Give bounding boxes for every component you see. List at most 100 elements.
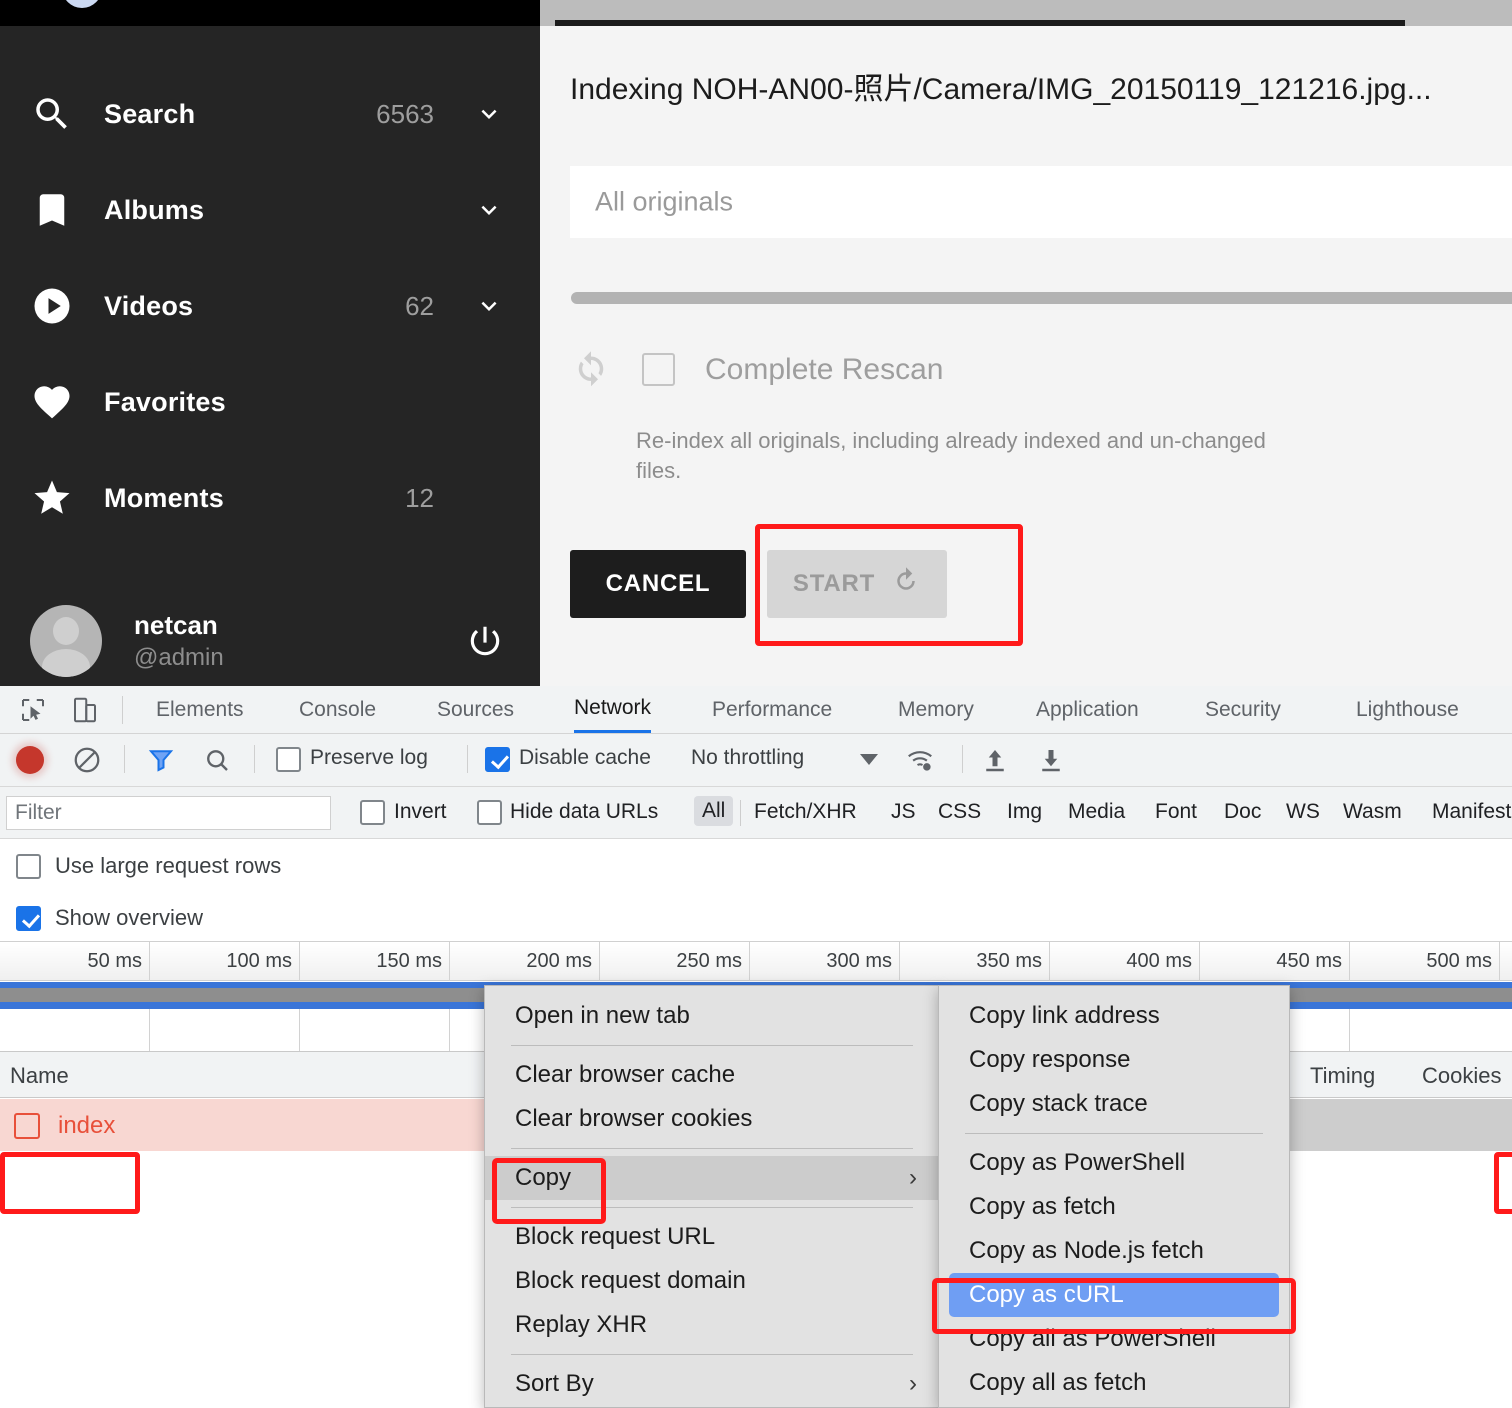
tab-elements[interactable]: Elements — [156, 686, 244, 733]
column-header-cookies[interactable]: Cookies — [1422, 1063, 1501, 1089]
disable-cache-checkbox[interactable] — [485, 747, 510, 772]
show-overview-checkbox[interactable] — [16, 905, 41, 931]
preserve-log-label: Preserve log — [310, 746, 428, 769]
user-name: netcan — [134, 610, 218, 641]
filter-type-manifest[interactable]: Manifest — [1432, 800, 1511, 824]
menu-item-copy-as-nodejs-fetch[interactable]: Copy as Node.js fetch — [939, 1229, 1289, 1273]
filter-type-all[interactable]: All — [694, 796, 734, 826]
tab-security[interactable]: Security — [1205, 686, 1281, 733]
filter-type-ws[interactable]: WS — [1286, 800, 1320, 824]
menu-item-replay-xhr[interactable]: Replay XHR — [485, 1303, 939, 1347]
preserve-log-checkbox[interactable] — [276, 747, 301, 772]
menu-item-sort-by-label: Sort By — [515, 1370, 594, 1397]
menu-item-sort-by[interactable]: Sort By › — [485, 1362, 939, 1406]
menu-item-copy-all-as-fetch[interactable]: Copy all as fetch — [939, 1361, 1289, 1405]
request-name-cell[interactable]: index — [14, 1112, 115, 1140]
use-large-request-rows-label: Use large request rows — [55, 853, 282, 878]
chevron-down-icon[interactable] — [860, 754, 878, 765]
menu-item-clear-browser-cache[interactable]: Clear browser cache — [485, 1053, 939, 1097]
tab-application[interactable]: Application — [1036, 686, 1139, 733]
originals-folder-select[interactable]: All originals — [570, 166, 1512, 238]
download-arrow-icon[interactable] — [1036, 745, 1066, 775]
cancel-button[interactable]: CANCEL — [570, 550, 746, 618]
menu-item-clear-browser-cookies[interactable]: Clear browser cookies — [485, 1097, 939, 1141]
chevron-right-icon: › — [909, 1164, 917, 1191]
request-checkbox[interactable] — [14, 1113, 40, 1139]
filter-input[interactable]: Filter — [6, 796, 331, 830]
chevron-down-icon[interactable] — [474, 99, 504, 129]
tab-lighthouse[interactable]: Lighthouse — [1356, 686, 1459, 733]
filter-type-wasm[interactable]: Wasm — [1343, 800, 1402, 824]
tab-network[interactable]: Network — [574, 686, 652, 733]
sync-icon — [570, 346, 612, 393]
overview-tick: 100 ms — [150, 942, 300, 981]
overview-tick: 200 ms — [450, 942, 600, 981]
column-header-timing[interactable]: Timing — [1310, 1063, 1375, 1089]
use-large-request-rows-checkbox[interactable] — [16, 853, 41, 879]
network-options: Use large request rows Show overview — [0, 839, 1512, 941]
inspect-icon[interactable] — [18, 695, 48, 725]
tab-memory[interactable]: Memory — [898, 686, 974, 733]
filter-type-css[interactable]: CSS — [938, 800, 981, 824]
menu-item-block-request-domain[interactable]: Block request domain — [485, 1259, 939, 1303]
filter-type-doc[interactable]: Doc — [1224, 800, 1261, 824]
clear-icon[interactable] — [72, 745, 102, 775]
menu-item-copy-link-address[interactable]: Copy link address — [939, 994, 1289, 1038]
sidebar-item-count: 62 — [405, 290, 434, 321]
sidebar-user-box[interactable]: netcan @admin — [0, 586, 540, 686]
search-icon[interactable] — [202, 745, 232, 775]
request-name: index — [58, 1112, 116, 1139]
complete-rescan-label: Complete Rescan — [705, 352, 944, 386]
chevron-right-icon: › — [909, 1370, 917, 1397]
menu-item-copy-as-powershell[interactable]: Copy as PowerShell — [939, 1141, 1289, 1185]
search-icon — [0, 93, 104, 135]
funnel-icon[interactable] — [146, 745, 176, 775]
complete-rescan-checkbox[interactable] — [642, 353, 675, 386]
network-toolbar: Preserve log Disable cache No throttling — [0, 734, 1512, 787]
invert-checkbox[interactable] — [360, 800, 385, 825]
device-toolbar-icon[interactable] — [70, 695, 100, 725]
tab-console[interactable]: Console — [299, 686, 376, 733]
show-overview-row[interactable]: Show overview — [16, 905, 203, 931]
toolbar-divider — [122, 696, 123, 724]
menu-item-copy-response[interactable]: Copy response — [939, 1038, 1289, 1082]
sidebar-item-count: 12 — [405, 482, 434, 513]
throttling-select[interactable]: No throttling — [691, 746, 804, 770]
table-row-timing-cell — [1288, 1099, 1512, 1151]
sidebar-item-moments[interactable]: Moments 12 — [0, 466, 540, 530]
hide-data-urls-checkbox[interactable] — [477, 800, 502, 825]
complete-rescan-row[interactable]: Complete Rescan — [570, 346, 943, 393]
sidebar-item-search[interactable]: Search 6563 — [0, 82, 540, 146]
photoprism-app-region: Search 6563 Albums Videos 62 Favorites M… — [0, 0, 1512, 686]
chevron-down-icon[interactable] — [474, 291, 504, 321]
wifi-gear-icon[interactable] — [905, 745, 935, 775]
use-large-request-rows-row[interactable]: Use large request rows — [16, 853, 281, 879]
filter-type-js[interactable]: JS — [891, 800, 916, 824]
sidebar-item-videos[interactable]: Videos 62 — [0, 274, 540, 338]
highlight-copy-as-curl — [932, 1278, 1296, 1334]
tab-performance[interactable]: Performance — [712, 686, 832, 733]
hide-data-urls-label: Hide data URLs — [510, 800, 659, 823]
tab-sources[interactable]: Sources — [437, 686, 514, 733]
column-header-name[interactable]: Name — [10, 1063, 69, 1089]
filter-type-font[interactable]: Font — [1155, 800, 1197, 824]
sidebar-item-label: Moments — [104, 482, 224, 513]
overview-tick: 450 ms — [1200, 942, 1350, 981]
overview-tick: 350 ms — [900, 942, 1050, 981]
upload-arrow-icon[interactable] — [980, 745, 1010, 775]
record-icon[interactable] — [16, 746, 44, 774]
sidebar-item-albums[interactable]: Albums — [0, 178, 540, 242]
overview-tick-label: 150 ms — [376, 950, 442, 972]
sidebar-item-favorites[interactable]: Favorites — [0, 370, 540, 434]
filter-type-media[interactable]: Media — [1068, 800, 1125, 824]
overview-tick-label: 100 ms — [226, 950, 292, 972]
menu-item-open-in-new-tab[interactable]: Open in new tab — [485, 994, 939, 1038]
menu-item-copy-stack-trace[interactable]: Copy stack trace — [939, 1082, 1289, 1126]
power-icon[interactable] — [466, 622, 504, 660]
filter-type-fetch-xhr[interactable]: Fetch/XHR — [754, 800, 857, 824]
sidebar-item-label: Search — [104, 98, 196, 129]
toolbar-divider — [124, 745, 125, 773]
filter-type-img[interactable]: Img — [1007, 800, 1042, 824]
menu-item-copy-as-fetch[interactable]: Copy as fetch — [939, 1185, 1289, 1229]
chevron-down-icon[interactable] — [474, 195, 504, 225]
